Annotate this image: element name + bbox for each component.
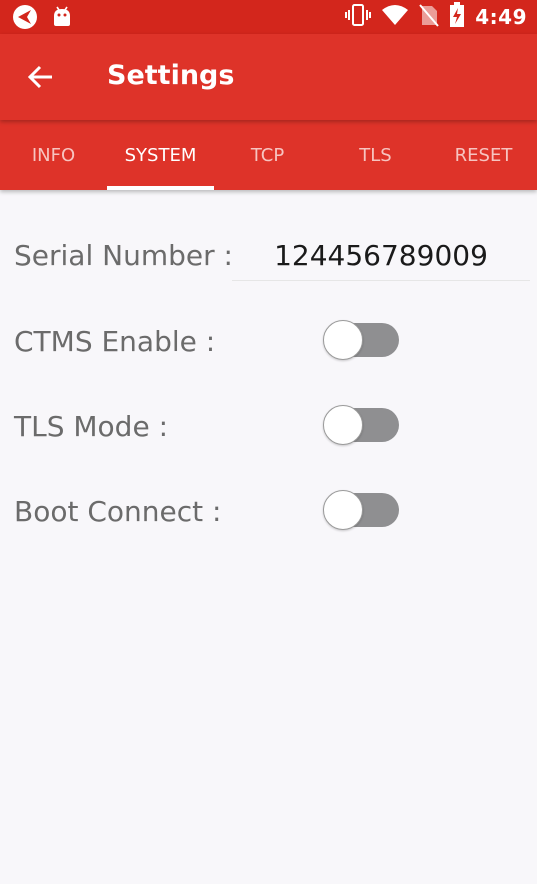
battery-charging-icon [449,1,465,33]
tab-bar: INFO SYSTEM TCP TLS RESET [0,120,537,190]
switch-thumb [323,405,363,445]
app-notification-icon [12,4,38,35]
boot-connect-label: Boot Connect : [14,495,222,528]
tab-system[interactable]: SYSTEM [107,120,214,190]
app-bar: Settings [0,34,537,120]
serial-number-label: Serial Number : [14,239,233,272]
boot-connect-switch[interactable] [323,490,401,530]
vibrate-icon [345,3,372,32]
serial-number-row: Serial Number : 124456789009 [0,237,537,297]
switch-thumb [323,320,363,360]
ctms-enable-label: CTMS Enable : [14,325,216,358]
tab-tls[interactable]: TLS [322,120,429,190]
wifi-icon [381,4,409,31]
tls-mode-label: TLS Mode : [14,410,168,443]
status-bar: 4:49 [0,0,537,34]
no-sim-icon [419,3,440,32]
tls-mode-switch[interactable] [323,405,401,445]
tab-info[interactable]: INFO [0,120,107,190]
back-button[interactable] [22,58,60,96]
ctms-enable-row: CTMS Enable : [0,320,537,380]
serial-number-field[interactable]: 124456789009 [232,237,530,281]
page-title: Settings [107,60,235,91]
tab-tcp[interactable]: TCP [214,120,321,190]
switch-thumb [323,490,363,530]
android-icon [52,6,72,33]
ctms-enable-switch[interactable] [323,320,401,360]
boot-connect-row: Boot Connect : [0,490,537,550]
status-time: 4:49 [475,5,527,29]
tls-mode-row: TLS Mode : [0,405,537,465]
tab-reset[interactable]: RESET [430,120,537,190]
active-tab-indicator [107,186,214,190]
arrow-left-icon [27,65,52,89]
